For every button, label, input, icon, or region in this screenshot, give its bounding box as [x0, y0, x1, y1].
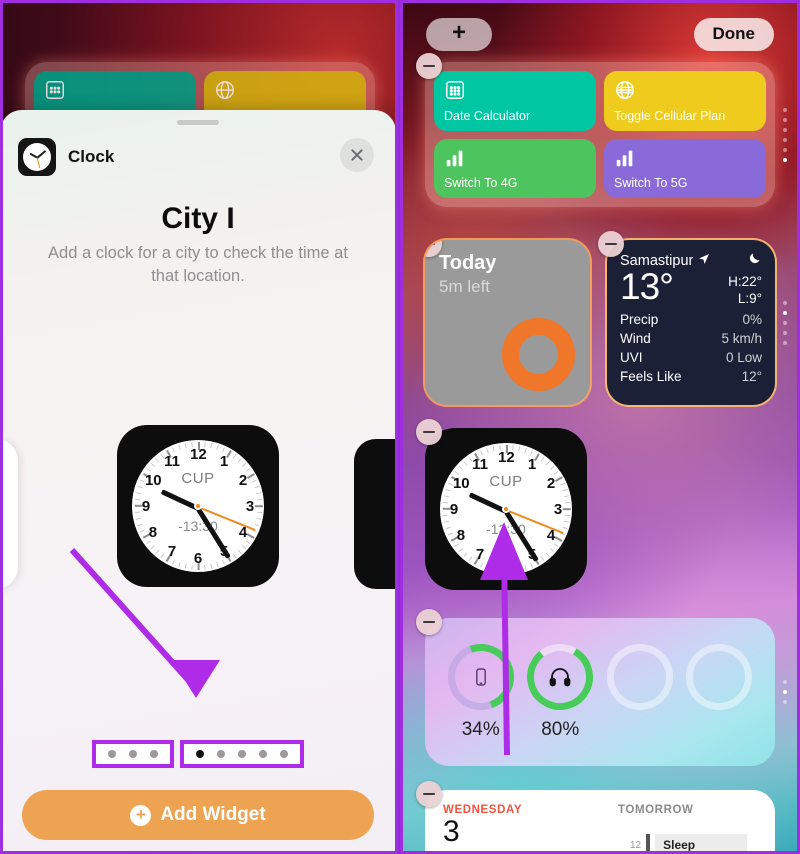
- weather-row-3: Feels Like 12°: [620, 369, 762, 384]
- shortcuts-widget-stack[interactable]: Date Calculator Toggle Cellular Plan Swi…: [416, 53, 787, 207]
- calculator-icon: [444, 79, 466, 101]
- today-subtitle: 5m left: [439, 277, 491, 296]
- clock-widget-pointer-arrow: [400, 480, 800, 780]
- globe-icon: [614, 79, 636, 101]
- calendar-day-name: WEDNESDAY: [443, 804, 523, 816]
- globe-icon: [214, 79, 236, 101]
- minus-badge-icon[interactable]: [416, 419, 442, 445]
- stack-page-dot-3[interactable]: [783, 137, 787, 142]
- done-button[interactable]: Done: [693, 17, 774, 51]
- add-widget-button[interactable]: + Add Widget: [22, 790, 374, 840]
- stack-page-dot-4[interactable]: [783, 340, 787, 345]
- add-widget-label: Add Widget: [160, 804, 266, 825]
- close-icon[interactable]: [340, 138, 374, 172]
- add-widget-toolbar-button[interactable]: +: [426, 17, 492, 51]
- stack-page-dot-3[interactable]: [783, 330, 787, 335]
- page-dots-group-left[interactable]: [92, 740, 174, 768]
- weather-row-label: Wind: [620, 330, 651, 346]
- page-dots-row: [0, 740, 396, 768]
- stack-page-dot-4[interactable]: [783, 147, 787, 152]
- weather-row-value: 0%: [742, 311, 762, 327]
- page-dots-group-right[interactable]: [180, 740, 304, 768]
- weather-row-label: Precip: [620, 311, 659, 327]
- page-dot-1[interactable]: [129, 750, 137, 758]
- activity-ring: [502, 318, 575, 391]
- minus-badge-icon[interactable]: [416, 53, 442, 79]
- page-dots-pointer-arrow: [0, 410, 396, 710]
- clock-hour-12: 12: [498, 449, 515, 466]
- clock-hour-1: 1: [527, 455, 537, 473]
- weather-row-label: Feels Like: [620, 368, 682, 384]
- today-title: Today: [439, 252, 497, 274]
- page-dot-2[interactable]: [150, 750, 158, 758]
- plus-circle-icon: +: [130, 804, 152, 826]
- stack-page-dot-2[interactable]: [783, 320, 787, 325]
- sheet-header: Clock: [18, 138, 114, 176]
- page-dot-0[interactable]: [108, 750, 116, 758]
- calendar-widget[interactable]: WEDNESDAY TOMORROW 3 12 Sleep: [416, 781, 775, 854]
- weather-row-value: 0 Low: [725, 349, 762, 365]
- stack-page-dot-0[interactable]: [783, 300, 787, 305]
- page-dot-3[interactable]: [259, 750, 267, 758]
- weather-widget[interactable]: Samastipur 13° H:22° L:9° Precip 0% Wind 5 …: [598, 231, 787, 405]
- weather-row-2: UVI 0 Low: [620, 350, 762, 365]
- shortcut-label: Toggle Cellular Plan: [614, 108, 726, 123]
- stack-page-dot-1[interactable]: [783, 117, 787, 122]
- clock-hour-11: 11: [472, 455, 488, 473]
- screenshot-root: Clock City I Add a clock for a city to c…: [0, 0, 800, 854]
- page-dot-2[interactable]: [238, 750, 246, 758]
- signal-bars-icon: [614, 147, 636, 169]
- weather-low: L:9°: [737, 290, 762, 306]
- page-dot-0[interactable]: [196, 750, 204, 758]
- shortcut-date-calculator[interactable]: Date Calculator: [434, 71, 596, 131]
- page-dot-1[interactable]: [217, 750, 225, 758]
- weather-temp-row: 13° H:22° L:9°: [620, 268, 762, 308]
- shortcut-switch-to-4g[interactable]: Switch To 4G: [434, 138, 596, 198]
- clock-app-icon: [18, 138, 56, 176]
- today-activity-widget[interactable]: Today 5m left: [425, 240, 590, 405]
- shortcut-label: Date Calculator: [444, 108, 531, 123]
- page-title: City I: [161, 202, 235, 235]
- edit-mode-toolbar: + Done: [400, 16, 800, 52]
- left-phone-panel: Clock City I Add a clock for a city to c…: [0, 0, 400, 854]
- calendar-tomorrow-label: TOMORROW: [618, 804, 694, 816]
- page-dot-4[interactable]: [280, 750, 288, 758]
- location-arrow-icon: [698, 253, 710, 269]
- calendar-event-hour: 12: [630, 839, 642, 851]
- calculator-icon: [44, 79, 66, 101]
- stack-page-dot-0[interactable]: [783, 107, 787, 112]
- weather-row-value: 5 km/h: [721, 330, 762, 346]
- add-widget-sheet: Clock City I Add a clock for a city to c…: [0, 110, 398, 854]
- right-phone-panel: + Done Date Calculator Toggle Cellular P…: [400, 0, 800, 854]
- shortcuts-stack-page-dots: [783, 107, 787, 162]
- shortcut-label: Switch To 4G: [444, 176, 518, 190]
- weather-row-label: UVI: [620, 349, 643, 365]
- signal-bars-icon: [444, 147, 466, 169]
- weather-row-1: Wind 5 km/h: [620, 331, 762, 346]
- weather-row-value: 12°: [741, 368, 762, 384]
- stack-page-dot-1[interactable]: [783, 310, 787, 315]
- calendar-event[interactable]: 12 Sleep: [630, 834, 748, 854]
- minus-badge-icon[interactable]: [598, 231, 624, 257]
- weather-temperature: 13°: [620, 266, 674, 307]
- shortcut-label: Switch To 5G: [614, 176, 688, 190]
- shortcut-toggle-cellular-plan[interactable]: Toggle Cellular Plan: [604, 71, 766, 131]
- minus-badge-icon[interactable]: [416, 781, 442, 807]
- page-subtitle: Add a clock for a city to check the time…: [48, 244, 348, 286]
- weather-row-0: Precip 0%: [620, 312, 762, 327]
- stack-page-dot-2[interactable]: [783, 127, 787, 132]
- shortcut-switch-to-5g[interactable]: Switch To 5G: [604, 138, 766, 198]
- sheet-grabber[interactable]: [177, 120, 219, 125]
- app-name-label: Clock: [68, 147, 115, 166]
- stack-page-dot-5[interactable]: [783, 157, 787, 162]
- event-bar: [646, 834, 651, 854]
- weather-stack-page-dots: [783, 300, 787, 345]
- calendar-event-title: Sleep: [655, 834, 748, 854]
- weather-high: H:22°: [728, 274, 762, 289]
